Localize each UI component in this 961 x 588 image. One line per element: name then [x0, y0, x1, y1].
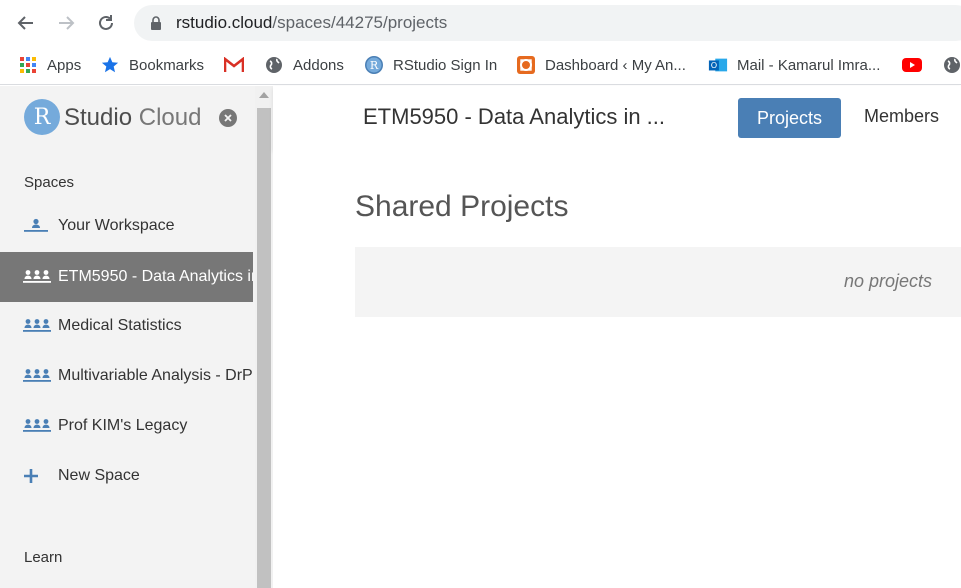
- lock-icon: [150, 16, 162, 35]
- globe-icon: [942, 55, 961, 75]
- back-button[interactable]: [11, 8, 41, 38]
- svg-text:O: O: [711, 60, 717, 70]
- url-text: rstudio.cloud/spaces/44275/projects: [176, 13, 447, 33]
- sidebar-item-prof-kim-legacy[interactable]: Prof KIM's Legacy: [0, 401, 253, 451]
- bookmarks-bar: Apps Bookmarks Addons R RStudio Sign In …: [0, 45, 961, 85]
- sidebar: R Studio Cloud Spaces Your Workspace ETM…: [0, 86, 255, 588]
- sidebar-item-label: Prof KIM's Legacy: [58, 417, 188, 434]
- group-icon: [23, 318, 51, 334]
- close-sidebar-button[interactable]: [219, 109, 237, 127]
- address-bar[interactable]: rstudio.cloud/spaces/44275/projects: [134, 5, 961, 41]
- bookmark-mail[interactable]: O Mail - Kamarul Imra...: [708, 53, 880, 77]
- back-arrow-icon: [17, 16, 33, 30]
- workspace-icon: [23, 218, 51, 234]
- sidebar-item-label: ETM5950 - Data Analytics in: [58, 268, 253, 285]
- sidebar-item-medical-statistics[interactable]: Medical Statistics: [0, 301, 253, 351]
- gmail-icon: [224, 55, 244, 75]
- empty-state-message: no projects: [843, 271, 932, 291]
- page-title: Shared Projects: [355, 190, 569, 223]
- bookmark-label: Addons: [293, 56, 344, 74]
- apps-grid-icon: [18, 55, 38, 75]
- main-content: Shared Projects no projects: [273, 150, 961, 588]
- logo-name: Studio: [64, 104, 133, 131]
- bookmark-label: Mail - Kamarul Imra...: [737, 56, 881, 74]
- sidebar-scrollbar[interactable]: [255, 86, 273, 588]
- svg-text:R: R: [370, 59, 379, 72]
- spaces-heading: Spaces: [24, 174, 75, 191]
- bookmark-gmail[interactable]: [224, 53, 253, 77]
- forward-arrow-icon: [59, 16, 75, 30]
- rstudio-logo-icon: R: [24, 99, 60, 135]
- sidebar-item-label: Multivariable Analysis - DrP: [58, 367, 253, 384]
- forward-button[interactable]: [51, 8, 81, 38]
- bookmark-label: RStudio Sign In: [393, 56, 498, 74]
- bookmark-addons[interactable]: Addons: [264, 53, 344, 77]
- sidebar-item-etm5950[interactable]: ETM5950 - Data Analytics in: [0, 252, 253, 302]
- dashboard-icon: [516, 55, 536, 75]
- url-path: /spaces/44275/projects: [272, 13, 448, 32]
- tab-projects[interactable]: Projects: [738, 98, 841, 138]
- tab-members[interactable]: Members: [864, 106, 939, 127]
- youtube-icon: [902, 55, 922, 75]
- new-space-label: New Space: [58, 467, 140, 484]
- group-icon: [23, 368, 51, 384]
- learn-heading[interactable]: Learn: [24, 549, 62, 566]
- rstudio-icon: R: [364, 55, 384, 75]
- logo-suffix: Cloud: [138, 104, 202, 131]
- bookmark-rstudio-sign-in[interactable]: R RStudio Sign In: [364, 53, 497, 77]
- url-host: rstudio.cloud: [176, 13, 273, 32]
- plus-icon: [23, 468, 51, 484]
- sidebar-item-label: Medical Statistics: [58, 317, 182, 334]
- outlook-icon: O: [708, 55, 728, 75]
- sidebar-item-multivariable-analysis[interactable]: Multivariable Analysis - DrP: [0, 351, 253, 401]
- sidebar-item-label: Your Workspace: [58, 217, 175, 234]
- star-icon: [100, 55, 120, 75]
- browser-toolbar: rstudio.cloud/spaces/44275/projects: [0, 0, 961, 45]
- sidebar-item-your-workspace[interactable]: Your Workspace: [0, 201, 253, 251]
- bookmark-dashboard[interactable]: Dashboard ‹ My An...: [516, 53, 686, 77]
- bookmark-apps[interactable]: Apps: [18, 53, 81, 77]
- bookmark-globe[interactable]: [942, 53, 961, 77]
- group-icon: [23, 418, 51, 434]
- space-header: ETM5950 - Data Analytics in ... Projects…: [273, 86, 961, 150]
- globe-icon: [264, 55, 284, 75]
- bookmark-label: Dashboard ‹ My An...: [545, 56, 686, 74]
- reload-button[interactable]: [91, 8, 121, 38]
- group-icon: [23, 269, 51, 285]
- scrollbar-thumb[interactable]: [257, 108, 271, 588]
- rstudio-cloud-logo[interactable]: Studio Cloud: [64, 104, 201, 132]
- close-icon: [224, 114, 232, 122]
- bookmark-label: Apps: [47, 56, 82, 74]
- new-space-button[interactable]: New Space: [0, 451, 253, 501]
- scroll-up-arrow-icon[interactable]: [259, 92, 269, 98]
- bookmark-label: Bookmarks: [129, 56, 205, 74]
- reload-icon: [99, 15, 113, 30]
- space-title: ETM5950 - Data Analytics in ...: [363, 104, 666, 129]
- bookmark-youtube[interactable]: [902, 53, 931, 77]
- projects-list-empty: no projects: [355, 247, 961, 317]
- bookmark-bookmarks[interactable]: Bookmarks: [100, 53, 204, 77]
